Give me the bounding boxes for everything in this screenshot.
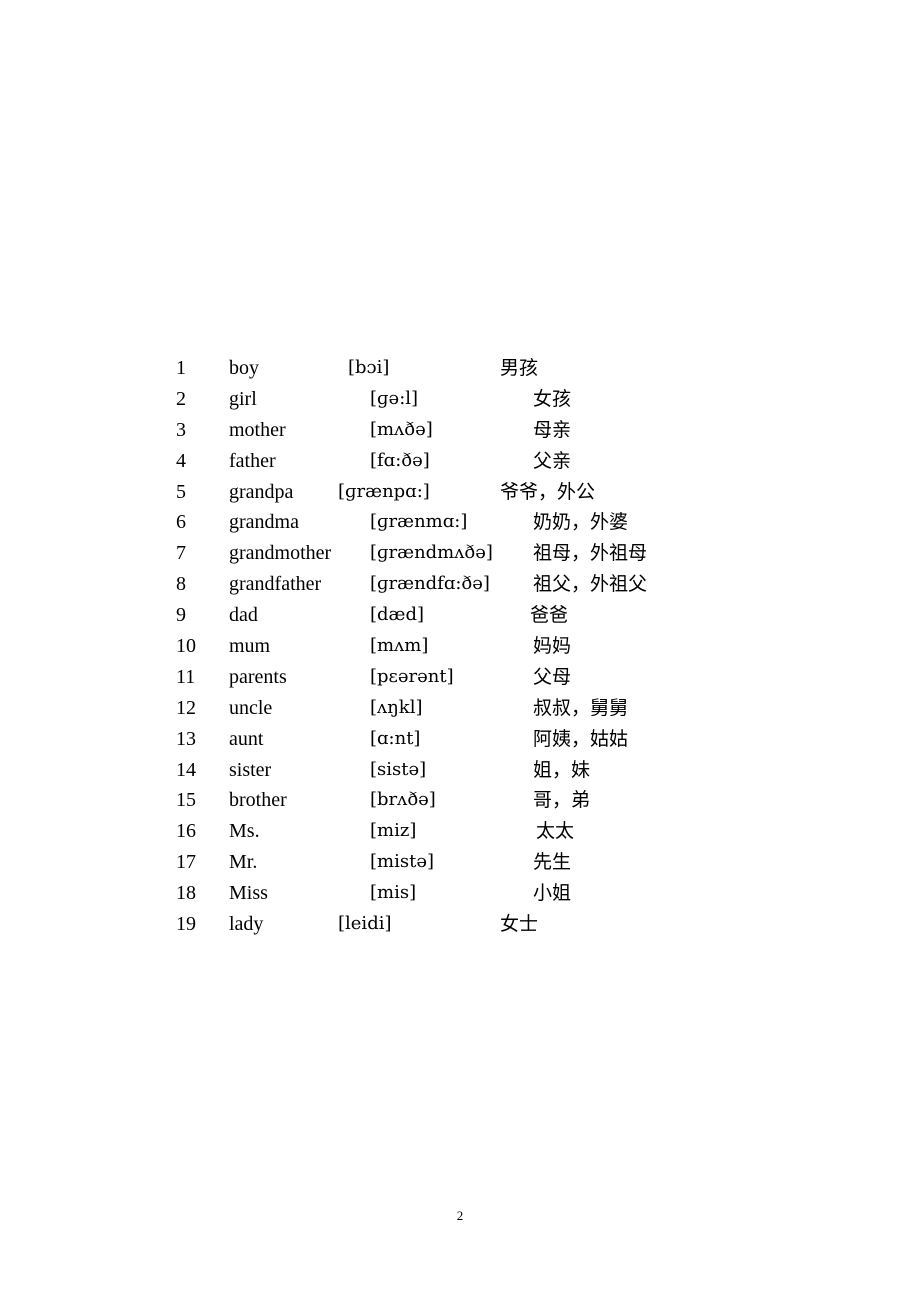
- vocab-row: 2 girl [ɡə:l] 女孩: [0, 384, 920, 415]
- entry-phonetic: [ɡrænmɑ:]: [370, 511, 468, 533]
- entry-word: aunt: [229, 727, 264, 750]
- entry-number: 8: [176, 573, 186, 596]
- entry-word: brother: [229, 789, 287, 812]
- entry-word: Mr.: [229, 851, 258, 874]
- vocab-row: 18 Miss [mis] 小姐: [0, 878, 920, 909]
- entry-number: 10: [176, 635, 196, 658]
- entry-number: 17: [176, 851, 196, 874]
- entry-phonetic: [mistə]: [370, 851, 434, 873]
- entry-number: 4: [176, 449, 186, 472]
- entry-translation: 哥，弟: [533, 789, 591, 812]
- entry-phonetic: [leidi]: [338, 913, 392, 935]
- vocab-row: 1 boy [bɔi] 男孩: [0, 353, 920, 384]
- entry-word: grandpa: [229, 480, 294, 503]
- entry-phonetic: [sistə]: [370, 758, 427, 780]
- entry-translation: 祖父，外祖父: [533, 573, 648, 596]
- vocabulary-list: 1 boy [bɔi] 男孩 2 girl [ɡə:l] 女孩 3 mother…: [0, 353, 920, 940]
- entry-word: grandfather: [229, 573, 322, 596]
- entry-number: 18: [176, 882, 196, 905]
- entry-number: 9: [176, 604, 186, 627]
- entry-phonetic: [mʌm]: [370, 635, 429, 657]
- vocab-row: 11 parents [pεərənt] 父母: [0, 662, 920, 693]
- entry-number: 5: [176, 480, 186, 503]
- entry-phonetic: [bɔi]: [348, 357, 390, 378]
- entry-phonetic: [mis]: [370, 882, 417, 904]
- vocab-row: 19 lady [leidi] 女士: [0, 909, 920, 940]
- entry-phonetic: [pεərənt]: [370, 665, 454, 687]
- entry-translation: 男孩: [500, 357, 539, 379]
- page-number: 2: [456, 1208, 464, 1223]
- vocab-row: 8 grandfather [ɡrændfɑ:ðə] 祖父，外祖父: [0, 569, 920, 600]
- vocab-row: 13 aunt [ɑ:nt] 阿姨，姑姑: [0, 724, 920, 755]
- entry-word: grandma: [229, 511, 299, 534]
- vocab-row: 3 mother [mʌðə] 母亲: [0, 415, 920, 446]
- vocab-row: 16 Ms. [miz] 太太: [0, 816, 920, 847]
- entry-phonetic: [ɡrændfɑ:ðə]: [370, 573, 490, 595]
- entry-word: sister: [229, 758, 272, 781]
- entry-word: boy: [229, 357, 259, 379]
- vocab-row: 17 Mr. [mistə] 先生: [0, 847, 920, 878]
- entry-word: parents: [229, 665, 287, 688]
- entry-number: 19: [176, 913, 196, 936]
- entry-number: 15: [176, 789, 196, 812]
- vocab-row: 4 father [fɑ:ðə] 父亲: [0, 446, 920, 477]
- entry-word: grandmother: [229, 542, 332, 565]
- entry-translation: 阿姨，姑姑: [533, 727, 629, 750]
- entry-phonetic: [ɑ:nt]: [370, 727, 421, 749]
- vocab-row: 6 grandma [ɡrænmɑ:] 奶奶，外婆: [0, 507, 920, 538]
- entry-translation: 姐，妹: [533, 758, 591, 781]
- entry-translation: 祖母，外祖母: [533, 542, 648, 565]
- entry-phonetic: [ʌŋkl]: [370, 696, 423, 718]
- entry-translation: 父亲: [533, 449, 572, 472]
- entry-translation: 太太: [536, 820, 575, 843]
- entry-translation: 叔叔，舅舅: [533, 696, 629, 719]
- entry-translation: 先生: [533, 851, 572, 874]
- entry-number: 3: [176, 418, 186, 441]
- entry-translation: 母亲: [533, 418, 572, 441]
- entry-word: Miss: [229, 882, 268, 905]
- entry-translation: 爸爸: [530, 604, 569, 627]
- entry-number: 16: [176, 820, 196, 843]
- entry-phonetic: [ɡrænpɑ:]: [338, 480, 430, 502]
- entry-word: father: [229, 449, 276, 472]
- entry-phonetic: [ɡrændmʌðə]: [370, 542, 493, 564]
- entry-word: lady: [229, 913, 264, 936]
- entry-word: mother: [229, 418, 286, 441]
- entry-phonetic: [brʌðə]: [370, 789, 436, 811]
- entry-word: dad: [229, 604, 258, 627]
- vocab-row: 12 uncle [ʌŋkl] 叔叔，舅舅: [0, 693, 920, 724]
- entry-translation: 女士: [500, 913, 539, 936]
- entry-phonetic: [mʌðə]: [370, 418, 433, 440]
- entry-translation: 奶奶，外婆: [533, 511, 629, 534]
- entry-phonetic: [dæd]: [370, 604, 425, 626]
- entry-number: 13: [176, 727, 196, 750]
- entry-phonetic: [ɡə:l]: [370, 387, 419, 409]
- vocab-row: 14 sister [sistə] 姐，妹: [0, 755, 920, 786]
- entry-number: 14: [176, 758, 196, 781]
- entry-phonetic: [fɑ:ðə]: [370, 449, 430, 471]
- entry-translation: 爷爷，外公: [500, 480, 596, 503]
- entry-word: girl: [229, 387, 257, 410]
- entry-word: uncle: [229, 696, 273, 719]
- entry-translation: 女孩: [533, 387, 572, 410]
- entry-number: 11: [176, 665, 196, 688]
- entry-word: Ms.: [229, 820, 260, 843]
- entry-translation: 小姐: [533, 882, 572, 905]
- vocab-row: 7 grandmother [ɡrændmʌðə] 祖母，外祖母: [0, 538, 920, 569]
- entry-number: 7: [176, 542, 186, 565]
- entry-number: 6: [176, 511, 186, 534]
- vocab-row: 10 mum [mʌm] 妈妈: [0, 631, 920, 662]
- document-page: 1 boy [bɔi] 男孩 2 girl [ɡə:l] 女孩 3 mother…: [0, 0, 920, 1302]
- vocab-row: 5 grandpa [ɡrænpɑ:] 爷爷，外公: [0, 477, 920, 508]
- entry-translation: 父母: [533, 665, 572, 688]
- entry-number: 2: [176, 387, 186, 410]
- entry-translation: 妈妈: [533, 635, 572, 658]
- vocab-row: 15 brother [brʌðə] 哥，弟: [0, 785, 920, 816]
- entry-word: mum: [229, 635, 271, 658]
- entry-number: 1: [176, 357, 186, 379]
- vocab-row: 9 dad [dæd] 爸爸: [0, 600, 920, 631]
- entry-phonetic: [miz]: [370, 820, 417, 842]
- entry-number: 12: [176, 696, 196, 719]
